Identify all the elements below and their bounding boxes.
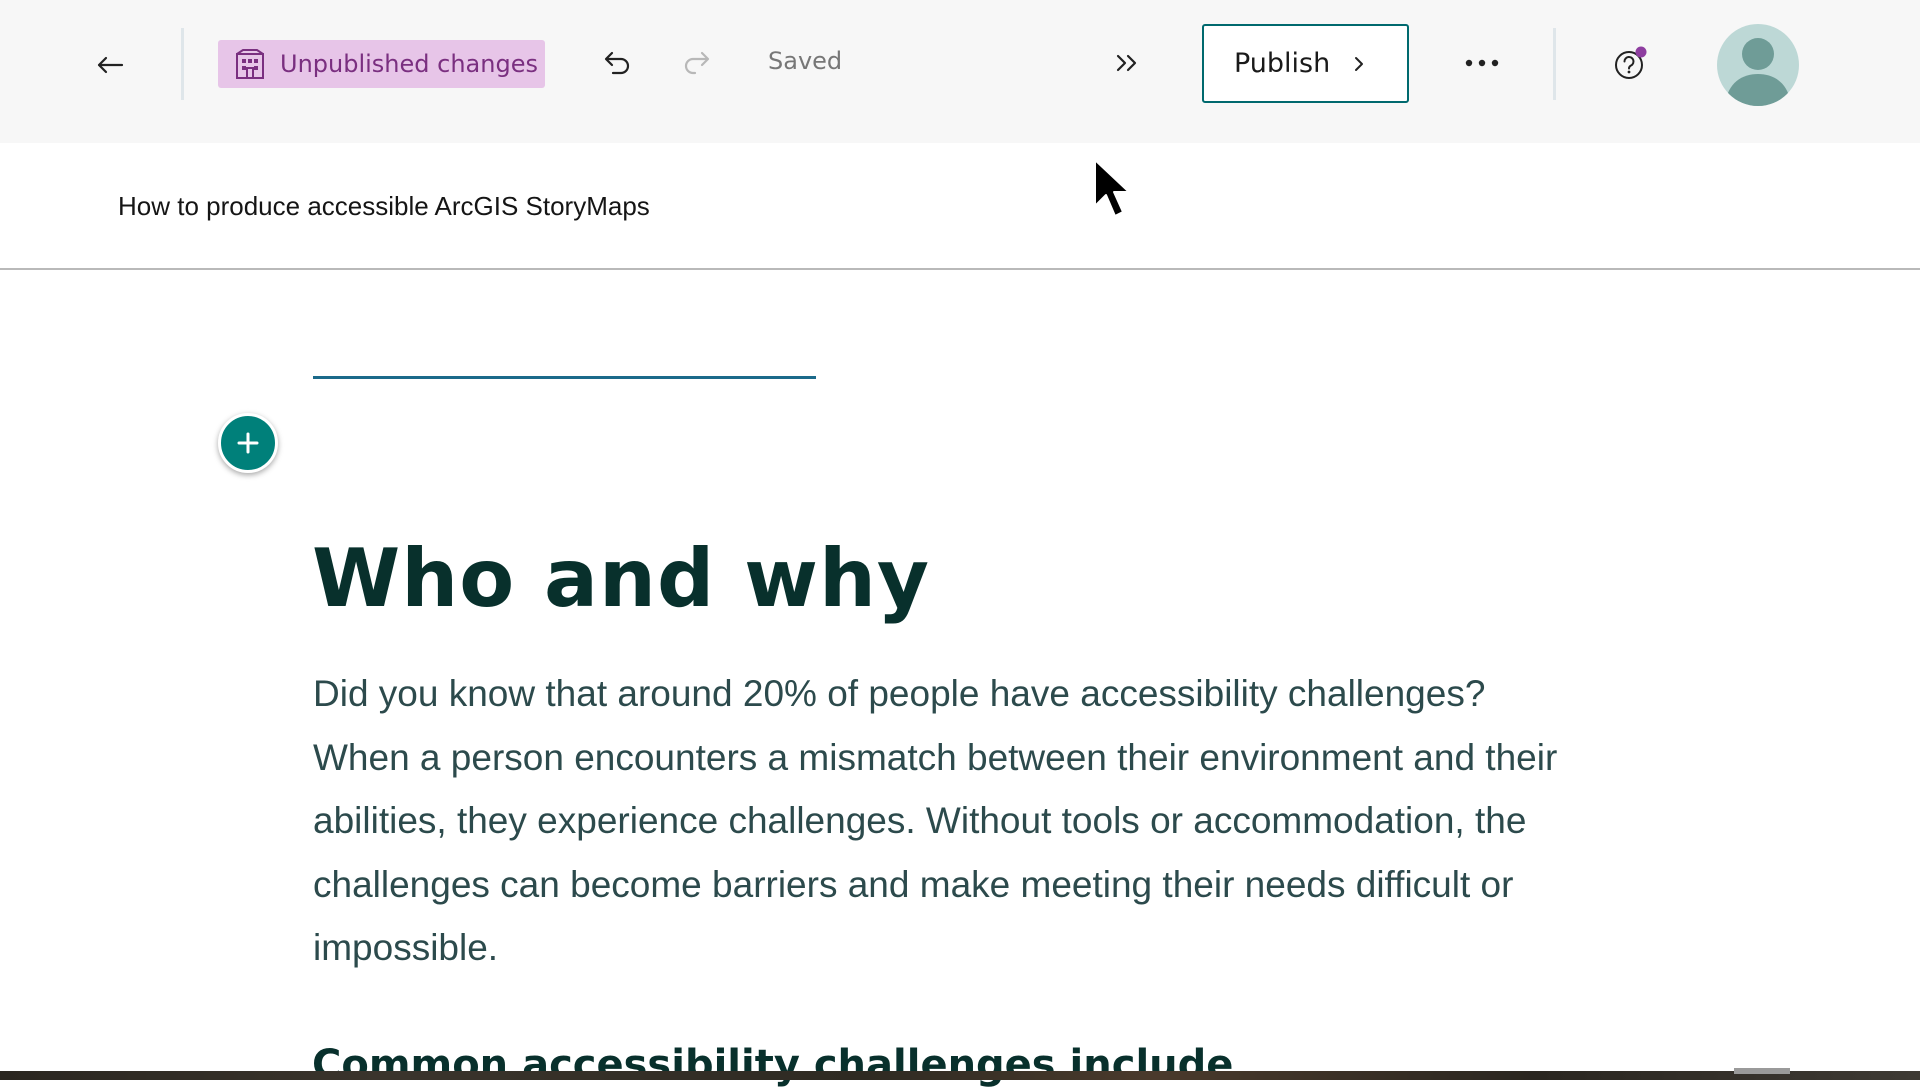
user-avatar[interactable] [1717,24,1799,106]
add-block-button[interactable] [218,413,278,473]
image-block-edge [0,1071,1920,1080]
status-badge-label: Unpublished changes [280,50,538,78]
more-horizontal-icon [1465,59,1499,67]
toolbar-divider [1553,28,1556,100]
unpublished-changes-badge[interactable]: Unpublished changes [218,40,545,88]
publish-button[interactable]: Publish [1202,24,1409,103]
mouse-cursor-icon [1094,159,1130,217]
story-title-bar: How to produce accessible ArcGIS StoryMa… [0,143,1920,270]
double-chevron-right-icon [1116,54,1137,72]
building-icon [234,48,266,80]
arrow-left-icon [97,56,124,74]
notification-dot [1635,46,1647,58]
user-avatar-icon [1725,38,1791,106]
section-paragraph[interactable]: Did you know that around 20% of people h… [313,662,1573,980]
chevron-right-icon [1352,54,1366,74]
section-heading[interactable]: Who and why [312,532,930,625]
plus-icon [237,432,259,454]
resize-handle[interactable] [1734,1068,1790,1074]
publish-label: Publish [1234,48,1331,79]
more-options-button[interactable] [1455,38,1509,88]
section-accent-line [313,376,816,379]
undo-button[interactable] [592,38,642,88]
story-title[interactable]: How to produce accessible ArcGIS StoryMa… [118,191,650,222]
top-toolbar: Unpublished changes Saved Publish [0,0,1920,143]
help-icon [1615,46,1647,79]
save-status: Saved [768,47,843,75]
back-button[interactable] [85,40,135,90]
undo-icon [604,51,630,75]
next-section-heading[interactable]: Common accessibility challenges include [312,1042,1233,1088]
expand-panel-button[interactable] [1103,38,1153,88]
help-button[interactable] [1605,38,1655,88]
redo-icon [684,51,710,75]
story-content: Who and why Did you know that around 20%… [0,272,1920,1088]
toolbar-divider [181,28,184,100]
redo-button[interactable] [672,38,722,88]
